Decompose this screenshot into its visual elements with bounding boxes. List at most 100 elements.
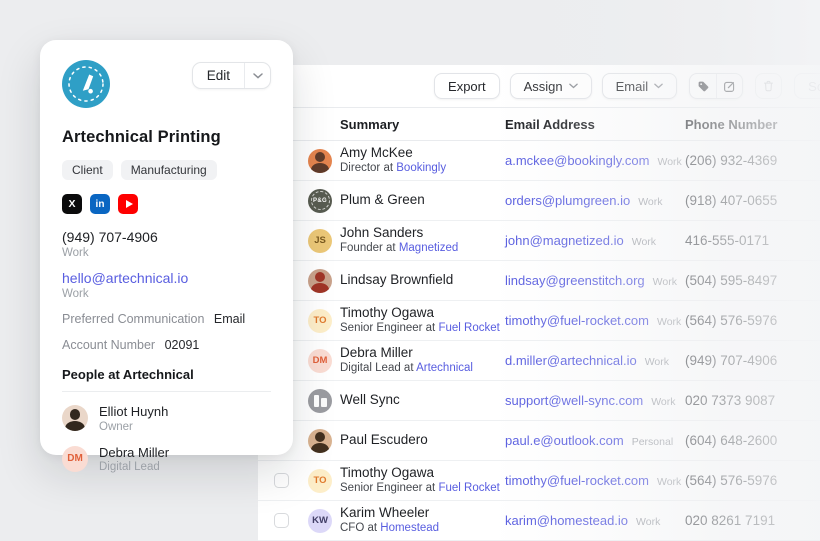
company-link[interactable]: Artechnical [416, 362, 473, 374]
person-role: Owner [99, 421, 168, 433]
company-link[interactable]: Bookingly [396, 162, 446, 174]
phone-number: (564) 576-5976 [685, 313, 820, 328]
contact-name: Timothy Ogawa [340, 465, 505, 481]
table-row[interactable]: Lindsay Brownfieldlindsay@greenstitch.or… [258, 261, 820, 301]
bulk-edit-button[interactable] [716, 74, 742, 98]
contact-subtitle: Senior Engineer at Fuel Rocket [340, 322, 505, 336]
field-label: Preferred Communication [62, 312, 204, 326]
email-type-label: Work [638, 196, 662, 208]
row-checkbox[interactable] [274, 473, 289, 488]
tag-manufacturing[interactable]: Manufacturing [121, 160, 217, 180]
contact-name: Well Sync [340, 392, 505, 408]
x-social-icon[interactable]: X [62, 194, 82, 214]
contact-name: Plum & Green [340, 192, 505, 208]
email-button[interactable]: Email [602, 73, 678, 99]
email-link[interactable]: paul.e@outlook.com [505, 433, 624, 448]
email-link[interactable]: timothy@fuel-rocket.com [505, 313, 649, 328]
email-link[interactable]: john@magnetized.io [505, 233, 624, 248]
column-header-summary[interactable]: Summary [340, 117, 505, 132]
table-row[interactable]: Paul Escuderopaul.e@outlook.comPersonal(… [258, 421, 820, 461]
chevron-down-icon [253, 73, 263, 79]
table-row[interactable]: P&G Plum & Greenorders@plumgreen.io Work (9… [258, 181, 820, 221]
phone-number: (949) 707-4906 [685, 353, 820, 368]
person-item-elliot[interactable]: Elliot Huynh Owner [62, 404, 271, 433]
avatar: JS [308, 229, 332, 253]
email-type-label: Work [653, 276, 677, 288]
field-label: Account Number [62, 338, 155, 352]
export-button[interactable]: Export [434, 73, 500, 99]
email-type-label: Work [632, 236, 656, 248]
table-row[interactable]: TO Timothy OgawaSenior Engineer at Fuel R… [258, 461, 820, 501]
tag-edit-button-group [689, 73, 743, 99]
contact-name: Debra Miller [340, 345, 505, 361]
sort-button[interactable]: Sort [794, 73, 820, 99]
table-row[interactable]: Amy McKeeDirector at Bookinglya.mckee@bo… [258, 141, 820, 181]
company-link[interactable]: Magnetized [399, 242, 458, 254]
company-card: Edit Artechnical Printing Client Manufac… [40, 40, 293, 455]
trash-icon [762, 79, 775, 93]
email-link[interactable]: karim@homestead.io [505, 513, 628, 528]
avatar [308, 429, 332, 453]
table-body: Amy McKeeDirector at Bookinglya.mckee@bo… [258, 141, 820, 541]
company-email[interactable]: hello@artechnical.io [62, 270, 271, 286]
email-type-label: Work [651, 396, 675, 408]
avatar [308, 389, 332, 413]
assign-button[interactable]: Assign [510, 73, 592, 99]
chevron-down-icon [569, 83, 578, 89]
company-link[interactable]: Fuel Rocket [438, 482, 499, 494]
company-email-label: Work [62, 288, 271, 300]
company-link[interactable]: Fuel Rocket [438, 322, 499, 334]
table-row[interactable]: Well Syncsupport@well-sync.com Work 020 73… [258, 381, 820, 421]
tag-client[interactable]: Client [62, 160, 113, 180]
divider [62, 391, 271, 392]
avatar [308, 269, 332, 293]
avatar: P&G [308, 189, 332, 213]
email-link[interactable]: a.mckee@bookingly.com [505, 153, 649, 168]
table-row[interactable]: TOTimothy OgawaSenior Engineer at Fuel R… [258, 301, 820, 341]
linkedin-icon[interactable]: in [90, 194, 110, 214]
phone-number: (604) 648-2600 [685, 433, 820, 448]
phone-number: (206) 932-4369 [685, 153, 820, 168]
table-toolbar: Export Assign Email [258, 65, 820, 108]
person-item-debra[interactable]: DM Debra Miller Digital Lead [62, 445, 271, 474]
avatar: DM [62, 446, 88, 472]
avatar: TO [308, 469, 332, 493]
row-checkbox[interactable] [274, 513, 289, 528]
table-row[interactable]: DMDebra MillerDigital Lead at Artechnica… [258, 341, 820, 381]
table-row[interactable]: JSJohn SandersFounder at Magnetizedjohn@… [258, 221, 820, 261]
phone-number: (504) 595-8497 [685, 273, 820, 288]
phone-number: 020 8261 7191 [685, 513, 820, 528]
company-tags: Client Manufacturing [62, 160, 271, 180]
youtube-icon[interactable] [118, 194, 138, 214]
field-value: Email [214, 312, 245, 326]
edit-dropdown-button[interactable] [244, 63, 270, 88]
phone-number: (918) 407-0655 [685, 193, 820, 208]
column-header-phone[interactable]: Phone Number [685, 117, 820, 132]
email-link[interactable]: d.miller@artechnical.io [505, 353, 637, 368]
avatar: KW [308, 509, 332, 533]
contact-name: John Sanders [340, 225, 505, 241]
tag-button[interactable] [690, 74, 716, 98]
edit-button[interactable]: Edit [193, 63, 244, 88]
email-link[interactable]: timothy@fuel-rocket.com [505, 473, 649, 488]
column-header-email[interactable]: Email Address [505, 117, 685, 132]
email-type-label: Work [657, 476, 681, 488]
company-link[interactable]: Homestead [380, 522, 439, 534]
table-header: Summary Email Address Phone Number [258, 108, 820, 141]
contact-name: Lindsay Brownfield [340, 272, 505, 288]
people-section-heading: People at Artechnical [62, 367, 271, 382]
social-links: X in [62, 194, 271, 214]
assign-button-label: Assign [524, 79, 563, 94]
phone-number: 020 7373 9087 [685, 393, 820, 408]
company-phone[interactable]: (949) 707-4906 [62, 229, 271, 245]
email-link[interactable]: support@well-sync.com [505, 393, 643, 408]
contacts-table-panel: Export Assign Email [258, 65, 820, 540]
email-link[interactable]: lindsay@greenstitch.org [505, 273, 645, 288]
edit-split-button: Edit [192, 62, 271, 89]
table-row[interactable]: KWKarim WheelerCFO at Homesteadkarim@hom… [258, 501, 820, 541]
email-link[interactable]: orders@plumgreen.io [505, 193, 630, 208]
contact-subtitle: Senior Engineer at Fuel Rocket [340, 482, 505, 496]
company-logo [62, 60, 110, 108]
delete-button[interactable] [755, 73, 782, 99]
email-type-label: Work [636, 516, 660, 528]
